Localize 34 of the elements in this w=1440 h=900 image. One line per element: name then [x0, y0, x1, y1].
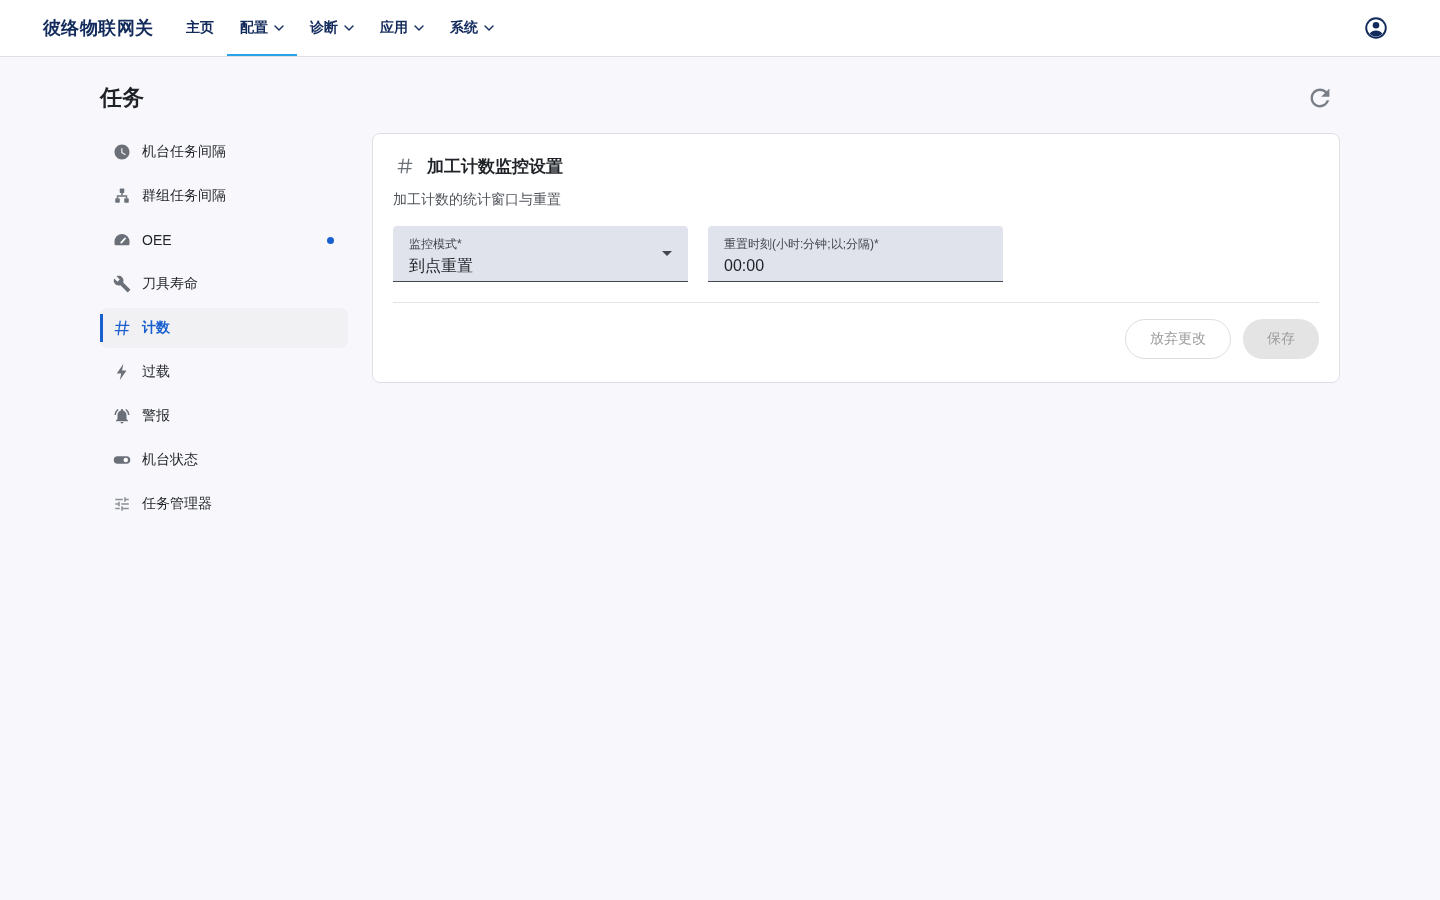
brand-name: 彼络物联网关: [43, 17, 154, 40]
bell-icon: [113, 407, 131, 425]
sidebar-item[interactable]: 计数: [100, 308, 348, 348]
sidebar-item[interactable]: 任务管理器: [100, 484, 348, 524]
chevron-down-icon: [274, 25, 285, 31]
clock-icon: [113, 143, 131, 161]
text-field[interactable]: 重置时刻(小时:分钟;以;分隔)* 00:00: [708, 226, 1003, 282]
sidebar-item[interactable]: OEE: [100, 220, 348, 260]
sidebar-item[interactable]: 刀具寿命: [100, 264, 348, 304]
hash-icon: [396, 157, 414, 175]
hash-icon: [113, 319, 131, 337]
nav-tab[interactable]: 应用: [367, 0, 438, 56]
nav-tab[interactable]: 主页: [173, 0, 228, 56]
nav-tab[interactable]: 配置: [227, 0, 298, 56]
chevron-down-icon: [344, 25, 355, 31]
nav-tab[interactable]: 诊断: [297, 0, 368, 56]
account-icon[interactable]: [1365, 17, 1387, 39]
card-title: 加工计数监控设置: [427, 155, 563, 178]
chevron-down-icon: [484, 25, 495, 31]
sidebar-item[interactable]: 群组任务间隔: [100, 176, 348, 216]
sidebar-item[interactable]: 机台任务间隔: [100, 132, 348, 172]
caret-icon: [662, 251, 672, 256]
sidebar-item[interactable]: 警报: [100, 396, 348, 436]
select-field[interactable]: 监控模式* 到点重置: [393, 226, 688, 282]
nav-tab[interactable]: 系统: [437, 0, 508, 56]
refresh-icon[interactable]: [1310, 88, 1330, 108]
hierarchy-icon: [113, 187, 131, 205]
sidebar-item[interactable]: 机台状态: [100, 440, 348, 480]
page-title: 任务: [100, 84, 144, 112]
wrench-icon: [113, 275, 131, 293]
card-subtitle: 加工计数的统计窗口与重置: [393, 190, 562, 209]
sliders-icon: [113, 495, 131, 513]
sidebar-item[interactable]: 过载: [100, 352, 348, 392]
chevron-down-icon: [414, 25, 425, 31]
